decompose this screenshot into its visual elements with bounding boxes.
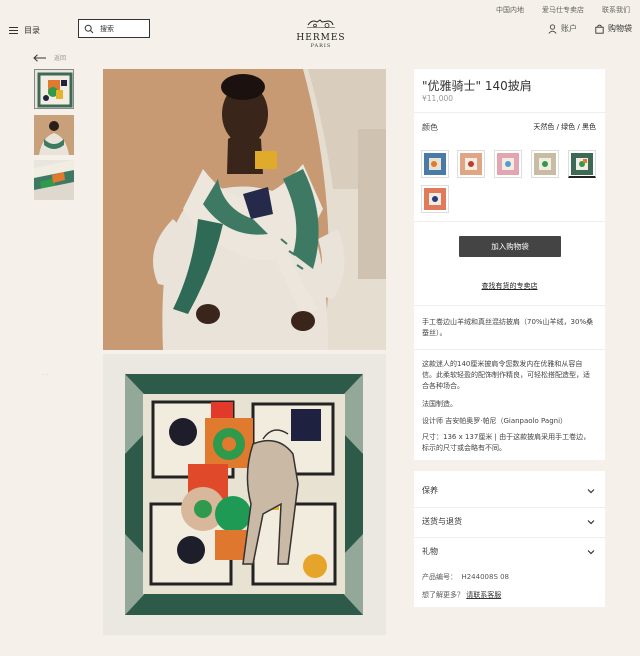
more-question: 想了解更多？ xyxy=(422,591,464,599)
made-in-text: 法国制造。 xyxy=(422,400,457,408)
brand-city: PARIS xyxy=(310,43,332,49)
product-image-model[interactable] xyxy=(103,69,386,350)
contact-service-link[interactable]: 请联系客服 xyxy=(466,591,501,599)
back-button[interactable]: 返回 xyxy=(33,53,66,62)
search-icon xyxy=(84,24,94,33)
color-swatch-coral[interactable] xyxy=(421,185,449,213)
shopping-bag-icon xyxy=(595,24,604,34)
user-icon xyxy=(548,23,557,34)
divider xyxy=(414,221,605,222)
thumbnail-folded[interactable] xyxy=(34,160,74,200)
hamburger-icon xyxy=(9,27,18,34)
thumbnail-model[interactable] xyxy=(34,115,74,155)
divider xyxy=(414,349,605,350)
accordion-gift[interactable]: 礼物 xyxy=(422,546,595,557)
add-to-cart-button[interactable]: 加入购物袋 xyxy=(459,236,561,257)
contact-prompt: 想了解更多？ 请联系客服 xyxy=(422,590,501,600)
color-label: 颜色 xyxy=(422,123,438,132)
chevron-down-icon xyxy=(587,519,595,524)
search-input[interactable]: 搜索 xyxy=(78,19,150,38)
product-code: 产品编号： H244008S 08 xyxy=(422,572,509,582)
product-price: ¥11,000 xyxy=(422,94,454,103)
carriage-logo-icon xyxy=(307,19,335,28)
product-info-panel: "优雅骑士" 140披肩 ¥11,000 颜色 天然色 / 绿色 / 黑色 加入… xyxy=(414,69,605,460)
color-swatch-orange[interactable] xyxy=(457,150,485,178)
utility-nav: 中国内地 爱马仕专卖店 联系我们 xyxy=(496,5,630,15)
region-link[interactable]: 中国内地 xyxy=(496,5,524,15)
accordion-delivery[interactable]: 送货与退货 xyxy=(422,516,595,527)
arrow-left-icon xyxy=(33,53,46,62)
account-label: 账户 xyxy=(561,24,577,33)
divider xyxy=(414,112,605,113)
chevron-down-icon xyxy=(587,549,595,554)
description-text: 这款迷人的140厘米披肩令您数发内在优雅和从容自信。此柔软轻盈的配饰制作精良，可… xyxy=(422,360,590,390)
material-text: 手工卷边山羊绒和真丝混纺披肩（70%山羊绒，30%桑蚕丝）。 xyxy=(422,318,594,337)
accordion-gift-label: 礼物 xyxy=(422,547,438,556)
back-label: 返回 xyxy=(54,55,67,62)
account-button[interactable]: 账户 xyxy=(548,23,577,34)
color-swatch-pink[interactable] xyxy=(494,150,522,178)
menu-button[interactable]: 目录 xyxy=(9,25,40,36)
color-swatch-blue[interactable] xyxy=(421,150,449,178)
thumbnail-scarf[interactable] xyxy=(34,69,74,109)
product-image-scarf[interactable] xyxy=(103,354,386,635)
contact-link[interactable]: 联系我们 xyxy=(602,5,630,15)
color-swatch-green-selected[interactable] xyxy=(568,150,596,178)
accordion-care-label: 保养 xyxy=(422,486,438,495)
search-placeholder: 搜索 xyxy=(100,24,114,33)
product-code-label: 产品编号： xyxy=(422,573,457,581)
accordion-care[interactable]: 保养 xyxy=(422,485,595,496)
size-text: 尺寸：136 x 137厘米 | 由于这款披肩采用手工卷边，标示的尺寸或会略有不… xyxy=(422,433,591,452)
divider xyxy=(414,507,605,508)
divider xyxy=(414,537,605,538)
product-code-value: H244008S 08 xyxy=(461,573,510,581)
brand-name: HERMES xyxy=(296,33,346,43)
accordion-panel: 保养 送货与退货 礼物 产品编号： H244008S 08 想了解更多？ 请联系… xyxy=(414,471,605,607)
cart-label: 购物袋 xyxy=(608,24,632,33)
color-value: 天然色 / 绿色 / 黑色 xyxy=(533,123,596,131)
accordion-delivery-label: 送货与退货 xyxy=(422,517,462,526)
menu-label: 目录 xyxy=(24,26,40,35)
color-swatch-beige[interactable] xyxy=(531,150,559,178)
find-store-link[interactable]: 查找有货的专卖店 xyxy=(414,281,605,291)
brand-logo[interactable]: HERMES PARIS xyxy=(290,13,352,49)
carousel-dots: · · xyxy=(42,372,48,379)
stores-link[interactable]: 爱马仕专卖店 xyxy=(542,5,584,15)
divider xyxy=(414,305,605,306)
cart-button[interactable]: 购物袋 xyxy=(595,23,632,34)
designer-text: 设计师 吉安帕奥罗·帕尼（Gianpaolo Pagni） xyxy=(422,417,568,425)
product-title: "优雅骑士" 140披肩 xyxy=(422,79,532,93)
chevron-down-icon xyxy=(587,488,595,493)
